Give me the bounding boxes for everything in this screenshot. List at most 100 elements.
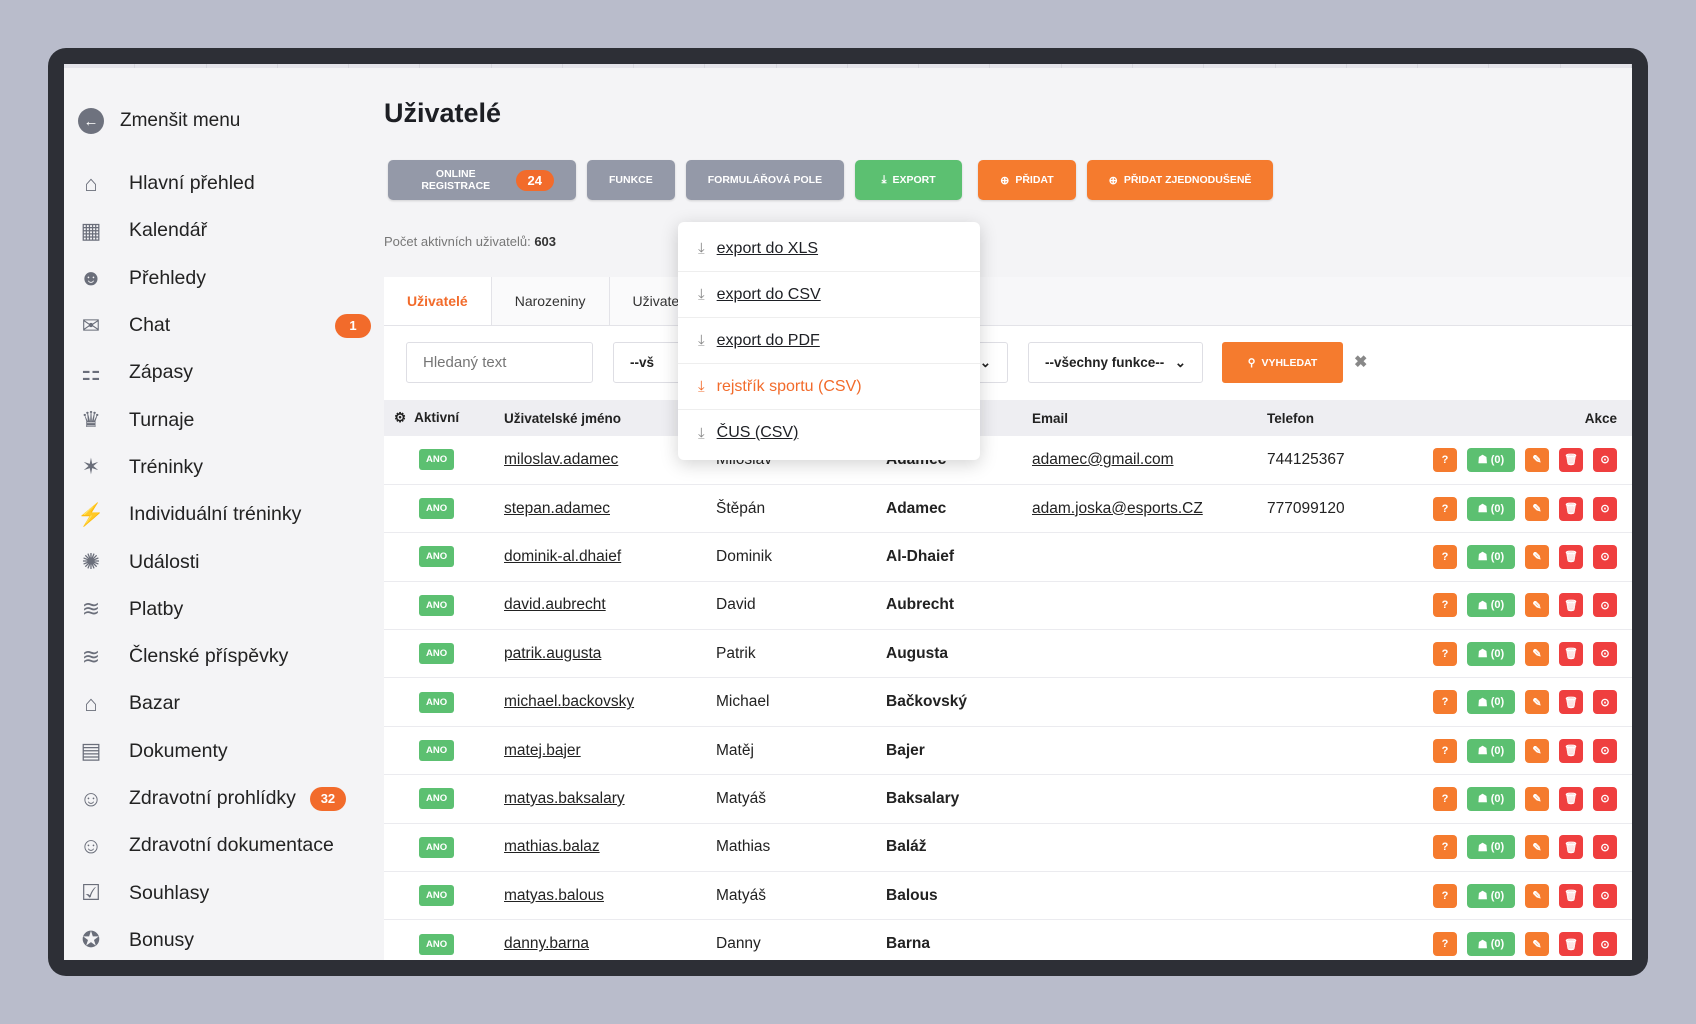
- help-icon[interactable]: ?: [1433, 641, 1457, 666]
- edit-icon[interactable]: ✎: [1525, 544, 1549, 569]
- export-menu-item[interactable]: ⤓ export do XLS: [678, 226, 980, 272]
- edit-icon[interactable]: ✎: [1525, 738, 1549, 763]
- sidebar-item-6[interactable]: ✶ Tréninky: [64, 444, 389, 491]
- edit-icon[interactable]: ✎: [1525, 593, 1549, 618]
- edit-icon[interactable]: ✎: [1525, 496, 1549, 521]
- edit-icon[interactable]: ✎: [1525, 932, 1549, 957]
- sidebar-item-10[interactable]: ≋ Členské příspěvky: [64, 633, 389, 680]
- help-icon[interactable]: ?: [1433, 883, 1457, 908]
- help-icon[interactable]: ?: [1433, 786, 1457, 811]
- help-icon[interactable]: ?: [1433, 593, 1457, 618]
- trash-icon[interactable]: 🗑: [1559, 883, 1583, 908]
- trash-icon[interactable]: 🗑: [1559, 447, 1583, 472]
- col-active[interactable]: ⚙ Aktivní: [384, 400, 504, 436]
- trash-icon[interactable]: 🗑: [1559, 593, 1583, 618]
- help-icon[interactable]: ?: [1433, 932, 1457, 957]
- sidebar-item-5[interactable]: ♛ Turnaje: [64, 396, 389, 443]
- trash-icon[interactable]: 🗑: [1559, 690, 1583, 715]
- sidebar-item-13[interactable]: ☺ Zdravotní prohlídky 32: [64, 775, 389, 822]
- sidebar-item-14[interactable]: ☺ Zdravotní dokumentace: [64, 822, 389, 869]
- username-link[interactable]: matej.bajer: [504, 742, 581, 759]
- col-email[interactable]: Email: [1032, 400, 1267, 436]
- help-icon[interactable]: ?: [1433, 447, 1457, 472]
- edit-icon[interactable]: ✎: [1525, 690, 1549, 715]
- online-registration-button[interactable]: ONLINE REGISTRACE 24: [388, 160, 576, 200]
- deactivate-icon[interactable]: ⊙: [1593, 496, 1617, 521]
- col-phone[interactable]: Telefon: [1267, 400, 1402, 436]
- username-link[interactable]: david.aubrecht: [504, 596, 606, 613]
- add-simple-button[interactable]: ⊕ PŘIDAT ZJEDNODUŠENĚ: [1086, 160, 1274, 200]
- deactivate-icon[interactable]: ⊙: [1593, 447, 1617, 472]
- funkce-button[interactable]: FUNKCE: [587, 160, 675, 200]
- members-button[interactable]: ☗ (0): [1467, 786, 1515, 811]
- deactivate-icon[interactable]: ⊙: [1593, 932, 1617, 957]
- help-icon[interactable]: ?: [1433, 496, 1457, 521]
- sidebar-item-0[interactable]: ⌂ Hlavní přehled: [64, 160, 389, 207]
- sidebar-item-15[interactable]: ☑ Souhlasy: [64, 869, 389, 916]
- members-button[interactable]: ☗ (0): [1467, 447, 1515, 472]
- username-link[interactable]: patrik.augusta: [504, 645, 601, 662]
- deactivate-icon[interactable]: ⊙: [1593, 883, 1617, 908]
- export-menu-item[interactable]: ⤓ ČUS (CSV): [678, 410, 980, 456]
- search-input[interactable]: [406, 342, 593, 383]
- members-button[interactable]: ☗ (0): [1467, 932, 1515, 957]
- export-button[interactable]: ⤓ EXPORT: [855, 160, 963, 200]
- deactivate-icon[interactable]: ⊙: [1593, 690, 1617, 715]
- deactivate-icon[interactable]: ⊙: [1593, 641, 1617, 666]
- sidebar-item-2[interactable]: ☻ Přehledy: [64, 255, 389, 302]
- members-button[interactable]: ☗ (0): [1467, 593, 1515, 618]
- tab-birthdays[interactable]: Narozeniny: [491, 277, 610, 325]
- deactivate-icon[interactable]: ⊙: [1593, 738, 1617, 763]
- export-menu-item[interactable]: ⤓ rejstřík sportu (CSV): [678, 364, 980, 410]
- sidebar-item-9[interactable]: ≋ Platby: [64, 586, 389, 633]
- username-link[interactable]: matyas.balous: [504, 887, 604, 904]
- help-icon[interactable]: ?: [1433, 544, 1457, 569]
- members-button[interactable]: ☗ (0): [1467, 544, 1515, 569]
- email-link[interactable]: adamec@gmail.com: [1032, 451, 1174, 468]
- username-link[interactable]: matyas.baksalary: [504, 790, 625, 807]
- username-link[interactable]: mathias.balaz: [504, 838, 600, 855]
- members-button[interactable]: ☗ (0): [1467, 496, 1515, 521]
- sidebar-item-1[interactable]: ▦ Kalendář: [64, 207, 389, 254]
- trash-icon[interactable]: 🗑: [1559, 835, 1583, 860]
- sidebar-item-8[interactable]: ✺ Události: [64, 538, 389, 585]
- form-fields-button[interactable]: FORMULÁŘOVÁ POLE: [685, 160, 845, 200]
- clear-filter-icon[interactable]: ✖: [1354, 352, 1367, 372]
- function-select[interactable]: --všechny funkce-- ⌄: [1028, 342, 1203, 383]
- trash-icon[interactable]: 🗑: [1559, 641, 1583, 666]
- edit-icon[interactable]: ✎: [1525, 835, 1549, 860]
- members-button[interactable]: ☗ (0): [1467, 883, 1515, 908]
- help-icon[interactable]: ?: [1433, 738, 1457, 763]
- deactivate-icon[interactable]: ⊙: [1593, 544, 1617, 569]
- gear-icon[interactable]: ⚙: [394, 410, 406, 425]
- members-button[interactable]: ☗ (0): [1467, 835, 1515, 860]
- deactivate-icon[interactable]: ⊙: [1593, 835, 1617, 860]
- username-link[interactable]: miloslav.adamec: [504, 451, 618, 468]
- export-menu-item[interactable]: ⤓ export do CSV: [678, 272, 980, 318]
- username-link[interactable]: danny.barna: [504, 935, 589, 952]
- trash-icon[interactable]: 🗑: [1559, 738, 1583, 763]
- members-button[interactable]: ☗ (0): [1467, 690, 1515, 715]
- sidebar-item-12[interactable]: ▤ Dokumenty: [64, 728, 389, 775]
- email-link[interactable]: adam.joska@esports.CZ: [1032, 500, 1203, 517]
- search-button[interactable]: ⚲ VYHLEDAT: [1222, 342, 1343, 383]
- tab-users[interactable]: Uživatelé: [384, 277, 492, 325]
- trash-icon[interactable]: 🗑: [1559, 786, 1583, 811]
- members-button[interactable]: ☗ (0): [1467, 738, 1515, 763]
- sidebar-item-16[interactable]: ✪ Bonusy: [64, 917, 389, 960]
- deactivate-icon[interactable]: ⊙: [1593, 786, 1617, 811]
- sidebar-item-3[interactable]: ✉ Chat 1: [64, 302, 389, 349]
- username-link[interactable]: stepan.adamec: [504, 500, 610, 517]
- help-icon[interactable]: ?: [1433, 690, 1457, 715]
- help-icon[interactable]: ?: [1433, 835, 1457, 860]
- edit-icon[interactable]: ✎: [1525, 786, 1549, 811]
- username-link[interactable]: dominik-al.dhaief: [504, 548, 621, 565]
- edit-icon[interactable]: ✎: [1525, 883, 1549, 908]
- sidebar-item-11[interactable]: ⌂ Bazar: [64, 680, 389, 727]
- members-button[interactable]: ☗ (0): [1467, 641, 1515, 666]
- add-button[interactable]: ⊕ PŘIDAT: [978, 160, 1076, 200]
- trash-icon[interactable]: 🗑: [1559, 544, 1583, 569]
- collapse-menu-button[interactable]: ← Zmenšit menu: [78, 108, 240, 134]
- username-link[interactable]: michael.backovsky: [504, 693, 634, 710]
- sidebar-item-4[interactable]: ⚏ Zápasy: [64, 349, 389, 396]
